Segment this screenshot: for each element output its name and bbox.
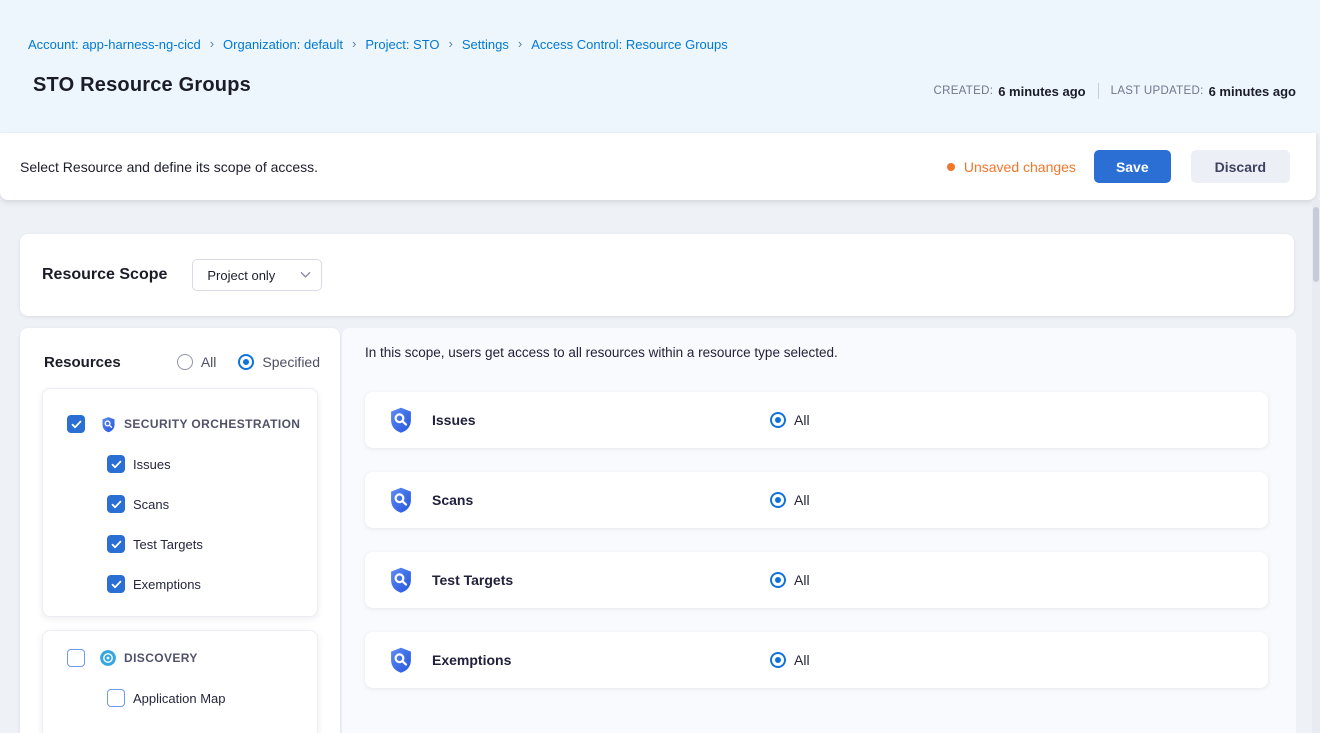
radio-specified-label: Specified (262, 354, 320, 370)
radio-all-label: All (201, 354, 217, 370)
radio-selected-icon[interactable] (770, 652, 786, 668)
radio-specified-icon[interactable] (238, 354, 254, 370)
access-row-label: Exemptions (432, 652, 511, 668)
resource-scope-card: Resource Scope Project only (20, 234, 1294, 316)
access-radio-label: All (794, 412, 810, 428)
application-map-checkbox[interactable] (107, 689, 125, 707)
header-meta: CREATED: 6 minutes ago LAST UPDATED: 6 m… (934, 83, 1297, 99)
save-button[interactable]: Save (1094, 150, 1171, 183)
resource-scope-selected-value: Project only (207, 268, 275, 283)
scope-access-description: In this scope, users get access to all r… (365, 345, 838, 360)
access-radio-label: All (794, 572, 810, 588)
access-radio-all[interactable]: All (770, 572, 810, 588)
access-radio-label: All (794, 492, 810, 508)
discard-button[interactable]: Discard (1191, 150, 1290, 183)
scope-access-panel: In this scope, users get access to all r… (342, 328, 1296, 733)
toolbar-description: Select Resource and define its scope of … (20, 159, 318, 175)
resource-item-issues: Issues (107, 455, 171, 473)
sto-shield-icon (100, 416, 117, 433)
radio-selected-icon[interactable] (770, 492, 786, 508)
access-row-test-targets: Test Targets All (365, 552, 1268, 608)
access-radio-all[interactable]: All (770, 652, 810, 668)
scrollbar-thumb[interactable] (1313, 207, 1319, 282)
group-card-discovery: DISCOVERY Application Map (42, 630, 318, 733)
access-row-scans: Scans All (365, 472, 1268, 528)
last-updated-value: 6 minutes ago (1209, 84, 1296, 99)
resources-title: Resources (44, 354, 121, 371)
sub-header-toolbar: Select Resource and define its scope of … (0, 133, 1316, 200)
chevron-right-icon: › (449, 36, 453, 51)
resource-item-label: Test Targets (133, 537, 203, 552)
last-updated-label: LAST UPDATED: (1111, 85, 1204, 97)
resource-item-label: Exemptions (133, 577, 201, 592)
chevron-down-icon (300, 271, 311, 279)
access-radio-all[interactable]: All (770, 412, 810, 428)
scans-checkbox[interactable] (107, 495, 125, 513)
breadcrumb-account[interactable]: Account: app-harness-ng-cicd (28, 37, 201, 52)
resource-item-test-targets: Test Targets (107, 535, 203, 553)
resource-scope-select[interactable]: Project only (192, 259, 322, 291)
page-header: Account: app-harness-ng-cicd › Organizat… (0, 0, 1320, 133)
resource-item-application-map: Application Map (107, 689, 226, 707)
access-row-label: Issues (432, 412, 476, 428)
security-orchestration-checkbox[interactable] (67, 415, 85, 433)
issues-checkbox[interactable] (107, 455, 125, 473)
access-radio-all[interactable]: All (770, 492, 810, 508)
page-title: STO Resource Groups (33, 74, 251, 97)
test-targets-checkbox[interactable] (107, 535, 125, 553)
radio-selected-icon[interactable] (770, 572, 786, 588)
breadcrumb-resource-groups[interactable]: Access Control: Resource Groups (531, 37, 728, 52)
radio-selected-icon[interactable] (770, 412, 786, 428)
unsaved-dot-icon (947, 163, 955, 171)
chevron-right-icon: › (352, 36, 356, 51)
resource-item-label: Scans (133, 497, 169, 512)
chevron-right-icon: › (210, 36, 214, 51)
resource-scope-label: Resource Scope (42, 266, 167, 284)
group-label: SECURITY ORCHESTRATION (124, 417, 300, 431)
created-value: 6 minutes ago (998, 84, 1085, 99)
chevron-right-icon: › (518, 36, 522, 51)
discovery-checkbox[interactable] (67, 649, 85, 667)
resources-panel: Resources All Specified SECURITY ORCHEST… (20, 328, 340, 733)
meta-divider (1098, 83, 1099, 99)
created-label: CREATED: (934, 85, 994, 97)
discovery-icon (99, 649, 117, 667)
scrollbar-track[interactable] (1312, 200, 1320, 733)
resource-item-label: Issues (133, 457, 171, 472)
breadcrumb-project[interactable]: Project: STO (365, 37, 439, 52)
access-row-exemptions: Exemptions All (365, 632, 1268, 688)
unsaved-changes-label: Unsaved changes (964, 159, 1076, 175)
resource-item-scans: Scans (107, 495, 169, 513)
radio-all[interactable]: All (177, 354, 217, 370)
exemptions-checkbox[interactable] (107, 575, 125, 593)
breadcrumb: Account: app-harness-ng-cicd › Organizat… (28, 37, 728, 52)
sto-shield-icon (387, 566, 415, 594)
access-radio-label: All (794, 652, 810, 668)
breadcrumb-settings[interactable]: Settings (462, 37, 509, 52)
resource-item-exemptions: Exemptions (107, 575, 201, 593)
group-card-security-orchestration: SECURITY ORCHESTRATION Issues Scans Test… (42, 388, 318, 617)
resource-item-label: Application Map (133, 691, 226, 706)
breadcrumb-organization[interactable]: Organization: default (223, 37, 343, 52)
resources-mode-radio-group: All Specified (177, 354, 320, 370)
access-row-label: Scans (432, 492, 473, 508)
sto-shield-icon (387, 646, 415, 674)
sto-shield-icon (387, 486, 415, 514)
radio-specified[interactable]: Specified (238, 354, 320, 370)
group-label: DISCOVERY (124, 651, 198, 665)
access-row-label: Test Targets (432, 572, 513, 588)
radio-all-icon[interactable] (177, 354, 193, 370)
access-row-issues: Issues All (365, 392, 1268, 448)
sto-shield-icon (387, 406, 415, 434)
